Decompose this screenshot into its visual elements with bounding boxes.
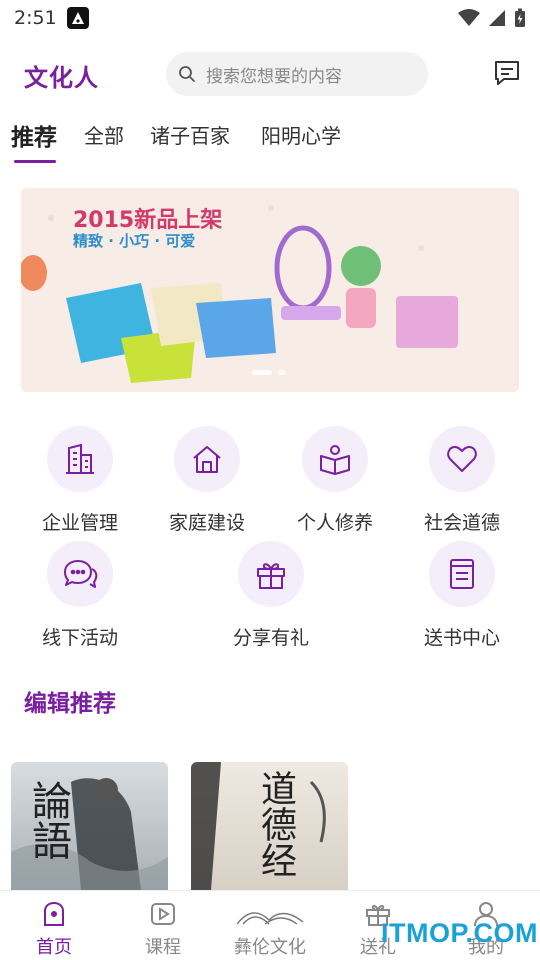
category-morality[interactable]: 社会道德 <box>402 426 522 535</box>
category-label: 线下活动 <box>41 627 118 649</box>
promo-banner[interactable]: 2015新品上架 精致 · 小巧 · 可爱 <box>21 188 519 392</box>
book-card[interactable]: 論語 <box>11 762 168 890</box>
category-tabs: 推荐 全部 诸子百家 阳明心学 <box>0 112 540 168</box>
mountain-logo-icon <box>236 912 304 925</box>
category-label: 社会道德 <box>423 512 500 534</box>
app-logo[interactable]: 文化人 <box>24 58 99 93</box>
status-bar: 2:51 <box>0 0 540 36</box>
home-nav-icon <box>44 901 64 926</box>
banner-pager <box>252 370 286 375</box>
book-title-chars: 論語 <box>25 780 71 860</box>
battery-icon <box>515 8 525 27</box>
tab-recommend[interactable]: 推荐 <box>11 118 57 152</box>
message-button[interactable] <box>492 58 522 88</box>
nav-label: 首页 <box>36 937 72 958</box>
message-icon <box>495 61 519 85</box>
category-label: 家庭建设 <box>168 512 245 534</box>
category-label: 分享有礼 <box>232 627 309 649</box>
nav-label: 课程 <box>145 937 181 958</box>
tab-indicator <box>14 160 56 163</box>
category-books[interactable]: 送书中心 <box>402 541 522 650</box>
home-icon <box>193 446 221 473</box>
gift-icon <box>257 563 285 589</box>
pager-dot-active <box>252 370 272 375</box>
watermark: ITMOP.COM <box>381 918 539 948</box>
book-card[interactable]: 道德经 <box>191 762 348 890</box>
nav-courses[interactable]: 课程 <box>123 899 203 959</box>
nav-culture[interactable]: 彝伦文化 <box>230 899 310 959</box>
search-placeholder: 搜索您想要的内容 <box>206 66 342 87</box>
section-title: 编辑推荐 <box>24 691 116 717</box>
tab-philosophers[interactable]: 诸子百家 <box>150 120 230 149</box>
nav-home[interactable]: 首页 <box>14 899 94 959</box>
category-share[interactable]: 分享有礼 <box>211 541 331 650</box>
building-icon <box>66 443 94 474</box>
search-icon <box>179 66 195 82</box>
book-icon <box>320 445 350 475</box>
banner-subtitle: 精致 · 小巧 · 可爱 <box>73 232 196 250</box>
category-label: 企业管理 <box>41 512 118 534</box>
pager-dot <box>278 370 286 375</box>
tab-all[interactable]: 全部 <box>84 120 124 149</box>
wifi-icon <box>458 9 480 26</box>
chat-icon <box>64 560 98 588</box>
category-personal[interactable]: 个人修养 <box>275 426 395 535</box>
search-bar[interactable]: 搜索您想要的内容 <box>166 52 428 96</box>
nav-label: 彝伦文化 <box>234 937 306 958</box>
heart-icon <box>447 446 477 472</box>
app-header: 文化人 搜索您想要的内容 <box>0 46 540 100</box>
play-icon <box>151 903 175 925</box>
status-time: 2:51 <box>14 7 57 29</box>
document-icon <box>450 559 474 589</box>
category-label: 个人修养 <box>296 512 373 534</box>
tab-yangming[interactable]: 阳明心学 <box>261 120 341 149</box>
notification-app-icon <box>66 7 89 29</box>
category-enterprise[interactable]: 企业管理 <box>20 426 140 535</box>
category-offline[interactable]: 线下活动 <box>20 541 140 650</box>
book-title-chars: 道德经 <box>255 770 296 878</box>
category-family[interactable]: 家庭建设 <box>147 426 267 535</box>
category-label: 送书中心 <box>423 627 500 649</box>
signal-icon <box>489 10 505 26</box>
